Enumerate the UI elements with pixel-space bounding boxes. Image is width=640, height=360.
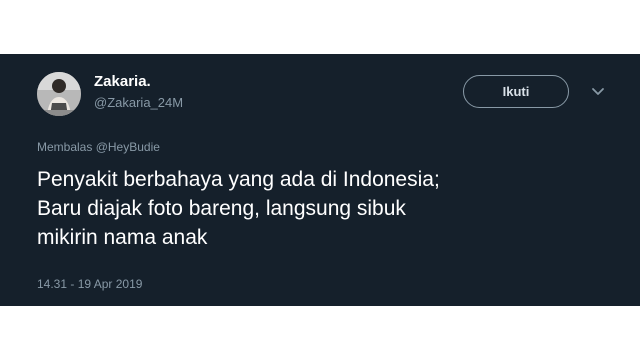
tweet-text-line-2: Baru diajak foto bareng, langsung sibuk: [37, 197, 406, 220]
avatar-photo: [37, 72, 81, 116]
reply-context: Membalas @HeyBudie: [37, 140, 160, 154]
timestamp[interactable]: 14.31 - 19 Apr 2019: [37, 277, 142, 291]
chevron-down-icon[interactable]: [590, 85, 606, 97]
reply-handle-link[interactable]: @HeyBudie: [96, 140, 160, 154]
username[interactable]: @Zakaria_24M: [94, 95, 183, 111]
follow-button[interactable]: Ikuti: [463, 75, 569, 108]
tweet-text: Penyakit berbahaya yang ada di Indonesia…: [37, 165, 617, 252]
tweet-card: Zakaria. @Zakaria_24M Ikuti Membalas @He…: [0, 54, 640, 306]
page: Zakaria. @Zakaria_24M Ikuti Membalas @He…: [0, 0, 640, 360]
tweet-text-line-1: Penyakit berbahaya yang ada di Indonesia…: [37, 168, 440, 191]
display-name[interactable]: Zakaria.: [94, 73, 151, 91]
avatar[interactable]: [37, 72, 81, 116]
tweet-text-line-3: mikirin nama anak: [37, 226, 208, 249]
reply-prefix: Membalas: [37, 140, 93, 154]
